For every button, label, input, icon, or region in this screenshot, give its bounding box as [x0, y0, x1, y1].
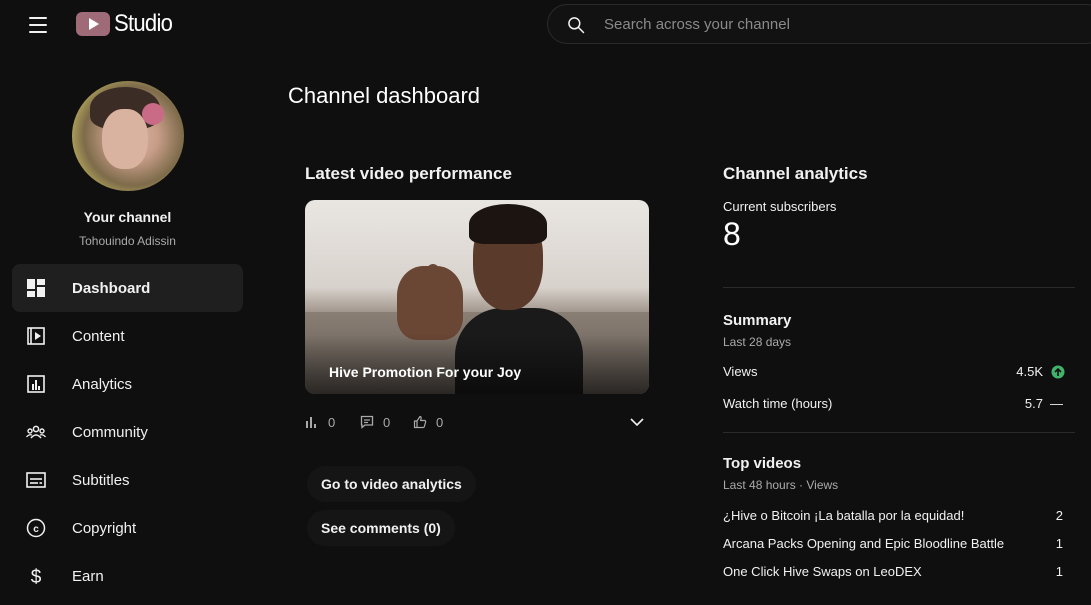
likes-stat: 0 [413, 412, 443, 432]
search-icon[interactable] [566, 15, 586, 35]
bar-chart-icon [306, 417, 316, 428]
top-videos-period: Last 48 hours · Views [723, 478, 839, 492]
comments-count: 0 [383, 414, 391, 430]
sidebar-item-label: Dashboard [72, 279, 151, 297]
sidebar-item-label: Earn [72, 567, 104, 585]
dashboard-icon [27, 279, 45, 297]
thumbs-up-icon [413, 415, 427, 429]
summary-period: Last 28 days [723, 335, 792, 349]
sidebar-item-content[interactable]: Content [12, 312, 243, 360]
go-to-video-analytics-button[interactable]: Go to video analytics [307, 466, 476, 502]
sidebar-item-subtitles[interactable]: Subtitles [12, 456, 243, 504]
studio-logo[interactable]: Studio [76, 10, 177, 38]
channel-name: Tohouindo Adissin [79, 234, 176, 248]
watch-time-value: 5.7 [1024, 396, 1043, 411]
views-count: 0 [328, 414, 336, 430]
summary-row-watch-time: Watch time (hours) 5.7 — [723, 394, 1075, 414]
channel-avatar[interactable] [72, 81, 184, 191]
subscribers-label: Current subscribers [723, 199, 837, 214]
search-box[interactable] [547, 4, 1091, 44]
summary-row-views: Views 4.5K [723, 362, 1075, 382]
watch-time-trend: — [1050, 396, 1063, 411]
video-title: Hive Promotion For your Joy [329, 364, 522, 380]
analytics-icon [27, 375, 45, 393]
channel-analytics-title: Channel analytics [723, 164, 868, 183]
latest-video-title: Latest video performance [305, 164, 512, 183]
content-icon [27, 327, 45, 345]
sidebar-nav: Dashboard Content Analytics Community Su… [12, 264, 243, 600]
comments-stat: 0 [360, 412, 390, 432]
top-videos-title: Top videos [723, 455, 802, 472]
see-comments-button[interactable]: See comments (0) [307, 510, 455, 546]
summary-title: Summary [723, 312, 792, 329]
copyright-icon: c [26, 518, 46, 538]
community-icon [26, 425, 46, 439]
sidebar-item-copyright[interactable]: c Copyright [12, 504, 243, 552]
logo-text: Studio [114, 10, 173, 37]
views-value: 4.5K [1016, 364, 1043, 379]
trend-up-icon [1051, 365, 1065, 379]
divider [723, 287, 1075, 288]
top-video-row[interactable]: Arcana Packs Opening and Epic Bloodline … [723, 534, 1075, 554]
top-video-views: 1 [1055, 564, 1063, 579]
top-video-title[interactable]: Arcana Packs Opening and Epic Bloodline … [723, 536, 1004, 551]
youtube-play-icon [76, 12, 110, 36]
sidebar-item-label: Community [72, 423, 148, 441]
views-stat: 0 [305, 412, 335, 432]
search-input[interactable] [604, 5, 1084, 43]
video-thumbnail[interactable]: Hive Promotion For your Joy [305, 200, 649, 394]
divider [723, 432, 1075, 433]
sidebar-item-label: Subtitles [72, 471, 130, 489]
likes-count: 0 [436, 414, 444, 430]
sidebar-item-label: Copyright [72, 519, 137, 537]
sidebar-item-label: Analytics [72, 375, 133, 393]
comment-icon [360, 415, 374, 429]
sidebar-item-earn[interactable]: $ Earn [12, 552, 243, 600]
top-video-views: 1 [1055, 536, 1063, 551]
sidebar-item-community[interactable]: Community [12, 408, 243, 456]
top-video-title[interactable]: One Click Hive Swaps on LeoDEX [723, 564, 922, 579]
video-stats: 0 0 0 [305, 412, 649, 432]
top-video-title[interactable]: ¿Hive o Bitcoin ¡La batalla por la equid… [723, 508, 964, 523]
sidebar: Your channel Tohouindo Adissin Dashboard… [0, 48, 255, 605]
menu-icon[interactable] [22, 12, 54, 36]
svg-text:$: $ [31, 567, 42, 586]
svg-text:c: c [33, 524, 39, 535]
subscribers-count: 8 [723, 216, 741, 252]
top-video-row[interactable]: One Click Hive Swaps on LeoDEX 1 [723, 562, 1075, 582]
sidebar-item-dashboard[interactable]: Dashboard [12, 264, 243, 312]
dollar-icon: $ [31, 567, 42, 586]
latest-video-card: Latest video performance Hive Promotion … [289, 136, 665, 546]
channel-analytics-card: Channel analytics Current subscribers 8 … [707, 136, 1091, 605]
channel-title[interactable]: Your channel [0, 209, 255, 225]
chevron-down-icon[interactable] [627, 412, 647, 432]
top-video-views: 2 [1055, 508, 1063, 523]
subtitles-icon [26, 472, 46, 488]
top-bar: Studio [0, 0, 1091, 48]
top-video-row[interactable]: ¿Hive o Bitcoin ¡La batalla por la equid… [723, 506, 1075, 526]
sidebar-item-label: Content [72, 327, 125, 345]
views-label: Views [723, 364, 758, 379]
watch-time-label: Watch time (hours) [723, 396, 833, 411]
page-title: Channel dashboard [288, 83, 481, 108]
sidebar-item-analytics[interactable]: Analytics [12, 360, 243, 408]
